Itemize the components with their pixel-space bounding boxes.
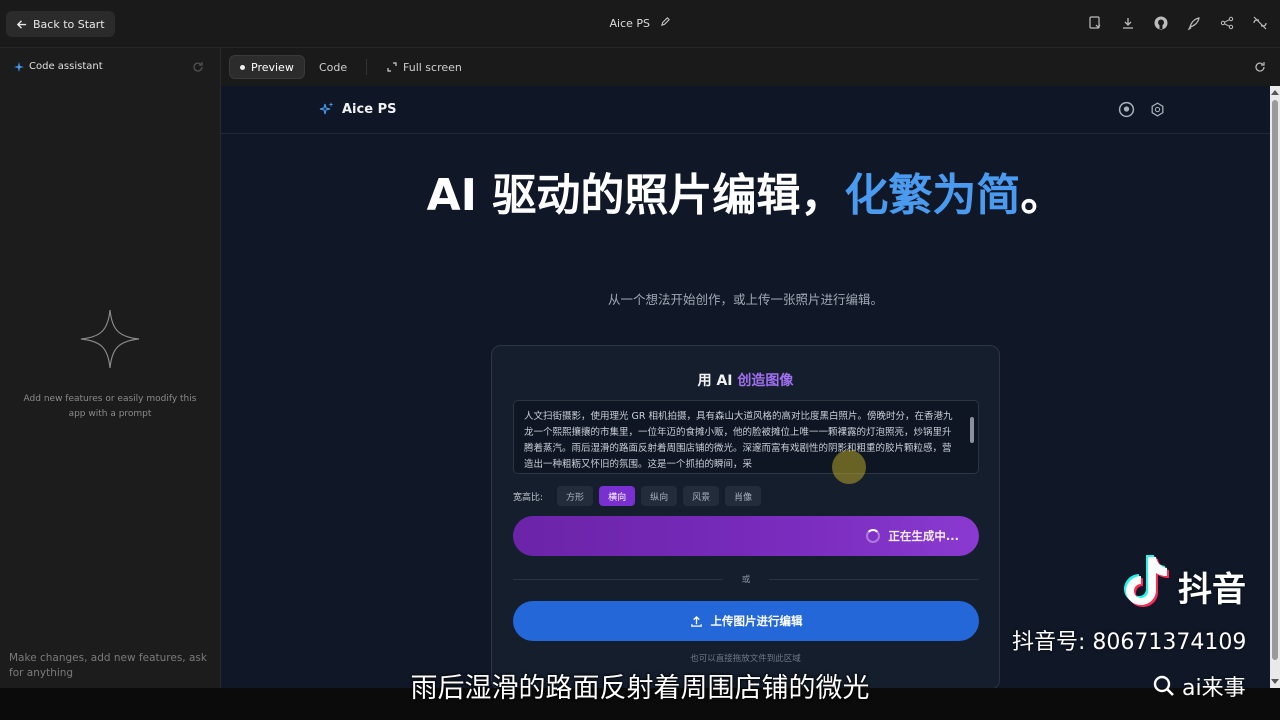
tab-full-screen-label: Full screen xyxy=(403,60,462,74)
ratio-option-portrait[interactable]: 纵向 xyxy=(641,486,678,506)
preview-scrollbar[interactable] xyxy=(1270,86,1280,688)
tab-full-screen[interactable]: Full screen xyxy=(377,55,472,79)
tab-preview-label: Preview xyxy=(251,60,294,74)
douyin-account-id: 抖音号: 80671374109 xyxy=(1012,630,1247,655)
ratio-option-scenery[interactable]: 风景 xyxy=(683,486,720,506)
sparkle-icon xyxy=(14,61,24,72)
link-off-icon[interactable] xyxy=(1252,15,1268,31)
preview-tab-bar: Preview Code Full screen xyxy=(221,48,1280,86)
aspect-ratio-label: 宽高比: xyxy=(513,492,544,503)
app-preview: Aice PS AI 驱动的照片编辑，化繁为简。 从一个想法开始创作，或上传一张… xyxy=(221,86,1270,688)
upload-image-button[interactable]: 上传图片进行编辑 xyxy=(513,601,979,641)
code-assistant-title: Code assistant xyxy=(29,61,103,72)
app-brand[interactable]: Aice PS xyxy=(319,101,396,117)
video-subtitle: 雨后湿滑的路面反射着周围店铺的微光 xyxy=(410,673,870,704)
sparkle-large-icon xyxy=(80,309,140,369)
create-image-card: 用 AI 创造图像 人文扫街摄影，使用理光 GR 相机拍摄，具有森山大道风格的高… xyxy=(491,345,1000,688)
app-brand-name: Aice PS xyxy=(342,101,397,117)
search-icon xyxy=(1153,675,1174,696)
sidebar-hint: Add new features or easily modify this a… xyxy=(23,394,197,419)
hero-heading-end: 。 xyxy=(1020,170,1065,221)
douyin-name: 抖音 xyxy=(1178,570,1246,610)
app-navbar: Aice PS xyxy=(221,86,1270,134)
share-icon[interactable] xyxy=(1219,15,1235,31)
scrollbar-thumb[interactable] xyxy=(1272,100,1278,660)
active-dot-icon xyxy=(240,64,245,70)
code-assistant-sidebar: Code assistant Add new features or easil… xyxy=(0,48,221,688)
app-title-text: Aice PS xyxy=(609,16,650,30)
cursor-highlight xyxy=(832,450,866,484)
tab-preview[interactable]: Preview xyxy=(229,55,305,79)
card-title: 用 AI 创造图像 xyxy=(492,370,999,390)
scroll-up-icon[interactable] xyxy=(1271,90,1279,95)
app-nav-icons xyxy=(1118,101,1166,118)
generate-button-label: 正在生成中... xyxy=(888,529,959,543)
pencil-icon[interactable] xyxy=(660,16,671,30)
expand-icon xyxy=(387,62,397,72)
top-bar: Back to Start Aice PS xyxy=(0,0,1280,48)
generate-button[interactable]: 正在生成中... xyxy=(513,516,979,556)
github-icon[interactable] xyxy=(1153,15,1169,31)
ratio-option-headshot[interactable]: 肖像 xyxy=(725,486,762,506)
upload-button-label: 上传图片进行编辑 xyxy=(710,614,803,628)
tab-code-label: Code xyxy=(319,60,348,74)
card-title-prefix: 用 AI xyxy=(697,373,738,389)
prompt-text: 人文扫街摄影，使用理光 GR 相机拍摄，具有森山大道风格的高对比度黑白照片。傍晚… xyxy=(524,411,953,470)
openai-icon[interactable] xyxy=(1149,101,1166,118)
drop-zone-hint: 也可以直接拖放文件到此区域 xyxy=(690,654,801,664)
sparkles-icon xyxy=(319,102,334,115)
tab-divider xyxy=(366,59,367,75)
hero-heading-accent: 化繁为简 xyxy=(844,170,1021,221)
ratio-option-square[interactable]: 方形 xyxy=(557,486,594,506)
code-assistant-header: Code assistant xyxy=(14,61,103,72)
loading-spinner-icon xyxy=(866,529,881,543)
prompt-scrollbar[interactable] xyxy=(969,405,975,469)
douyin-search: ai来事 xyxy=(1152,670,1246,702)
refresh-icon[interactable] xyxy=(192,61,204,73)
card-title-accent: 创造图像 xyxy=(737,373,794,389)
hero-subheading: 从一个想法开始创作，或上传一张照片进行编辑。 xyxy=(607,292,883,307)
hero-heading-main: AI 驱动的照片编辑， xyxy=(426,170,845,221)
top-toolbar-icons xyxy=(1087,15,1268,31)
hero-heading: AI 驱动的照片编辑，化繁为简。 xyxy=(221,172,1270,220)
ratio-option-landscape[interactable]: 横向 xyxy=(599,486,636,506)
reload-preview-icon[interactable] xyxy=(1254,61,1266,73)
rocket-icon[interactable] xyxy=(1186,15,1202,31)
upload-icon xyxy=(690,615,702,627)
image-prompt-textarea[interactable]: 人文扫街摄影，使用理光 GR 相机拍摄，具有森山大道风格的高对比度黑白照片。傍晚… xyxy=(513,400,979,474)
download-icon[interactable] xyxy=(1120,15,1136,31)
douyin-logo xyxy=(1124,555,1169,607)
download-app-icon[interactable] xyxy=(1087,15,1103,31)
douyin-search-name: ai来事 xyxy=(1182,676,1246,701)
github-icon[interactable] xyxy=(1118,101,1135,118)
aspect-ratio-selector: 宽高比: 方形 横向 纵向 风景 肖像 xyxy=(513,485,762,507)
tab-code[interactable]: Code xyxy=(309,55,357,79)
or-divider: 或 xyxy=(513,572,979,586)
